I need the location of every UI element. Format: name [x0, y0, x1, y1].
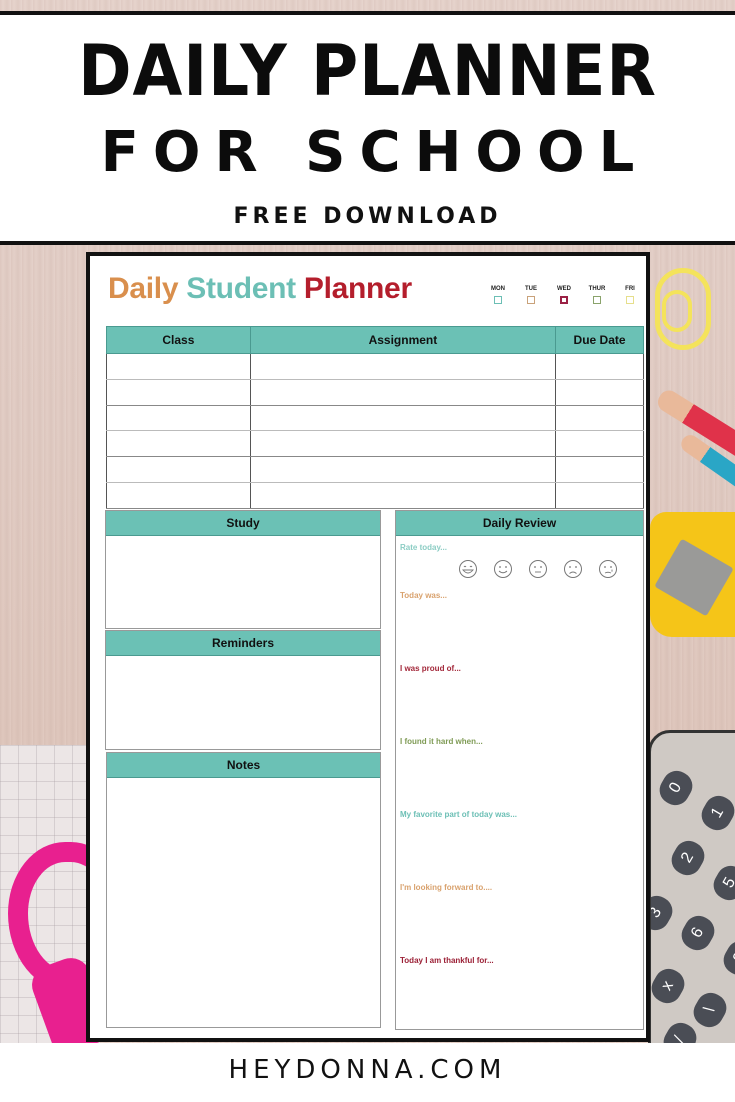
day-fri[interactable]: FRI — [616, 285, 644, 311]
class-cell[interactable] — [106, 456, 251, 483]
day-thur[interactable]: THUR — [583, 285, 611, 311]
column-header-class: Class — [106, 326, 251, 354]
calculator-key: 1 — [696, 790, 735, 836]
reminders-header: Reminders — [106, 631, 380, 656]
neutral-face-icon[interactable] — [528, 559, 548, 579]
class-cell[interactable] — [106, 405, 251, 432]
table-row — [106, 482, 644, 509]
assignment-cell[interactable] — [249, 353, 557, 380]
table-row — [106, 379, 644, 406]
class-cell[interactable] — [106, 430, 251, 458]
assignment-cell[interactable] — [249, 456, 557, 483]
class-cell[interactable] — [106, 353, 251, 380]
review-prompt-found-hard: I found it hard when... — [400, 737, 483, 746]
planner-title-student: Student — [186, 272, 296, 305]
due-date-cell[interactable] — [555, 379, 644, 406]
notes-panel[interactable]: Notes — [106, 752, 381, 1028]
calculator-icon: 0 1 2 5 3 6 9 x \ / — [648, 730, 735, 1050]
day-checkbox[interactable] — [560, 296, 568, 304]
assignment-cell[interactable] — [249, 482, 557, 509]
day-tue[interactable]: TUE — [517, 285, 545, 311]
table-row — [106, 456, 644, 483]
due-date-cell[interactable] — [555, 405, 644, 432]
day-label: FRI — [625, 286, 635, 292]
class-cell[interactable] — [106, 482, 251, 509]
table-row — [106, 353, 644, 380]
day-label: WED — [557, 286, 571, 292]
planner-sheet: Daily Student Planner MON TUE WED THUR F… — [86, 252, 650, 1042]
sad-face-icon[interactable] — [563, 559, 583, 579]
website-link[interactable]: HEYDONNA.COM — [0, 1057, 735, 1083]
due-date-cell[interactable] — [555, 482, 644, 509]
column-header-assignment: Assignment — [249, 326, 557, 354]
crying-face-icon[interactable] — [598, 559, 618, 579]
day-label: THUR — [588, 286, 606, 292]
due-date-cell[interactable] — [555, 430, 644, 458]
study-panel[interactable]: Study — [105, 510, 381, 629]
review-prompt-thankful-for: Today I am thankful for... — [400, 956, 494, 965]
calculator-key: 0 — [654, 765, 698, 811]
laughing-face-icon[interactable] — [458, 559, 478, 579]
calculator-key: 5 — [708, 860, 735, 906]
planner-title-planner: Planner — [303, 272, 412, 305]
daily-review-header: Daily Review — [396, 511, 643, 536]
day-checkbox[interactable] — [626, 296, 634, 304]
assignment-cell[interactable] — [249, 405, 557, 432]
day-checkbox[interactable] — [494, 296, 502, 304]
calculator-key: \ — [688, 987, 732, 1033]
calculator-key: 2 — [666, 835, 710, 881]
calculator-key: 6 — [676, 910, 720, 956]
day-mon[interactable]: MON — [484, 285, 512, 311]
footer-banner: HEYDONNA.COM — [0, 1043, 735, 1102]
review-prompt-favorite-part: My favorite part of today was... — [400, 810, 517, 819]
due-date-cell[interactable] — [555, 353, 644, 380]
day-label: MON — [491, 286, 505, 292]
table-row — [106, 405, 644, 432]
planner-title: Daily Student Planner — [108, 274, 412, 304]
study-header: Study — [106, 511, 380, 536]
rate-today-label: Rate today... — [400, 543, 447, 552]
class-cell[interactable] — [106, 379, 251, 406]
daily-review-panel: Daily Review Rate today... Today was... … — [395, 510, 644, 1030]
table-header-row: Class Assignment Due Date — [106, 326, 644, 354]
reminders-panel[interactable]: Reminders — [105, 630, 381, 750]
day-wed[interactable]: WED — [550, 285, 578, 311]
day-checkbox[interactable] — [593, 296, 601, 304]
paperclip-inner-icon — [662, 290, 692, 332]
headline-subtitle: FOR SCHOOL — [100, 120, 649, 185]
assignment-table: Class Assignment Due Date — [106, 326, 644, 509]
assignment-cell[interactable] — [249, 379, 557, 406]
notes-header: Notes — [107, 753, 380, 778]
review-prompt-today-was: Today was... — [400, 591, 447, 600]
table-row — [106, 430, 644, 458]
free-download-label: FREE DOWNLOAD — [233, 204, 502, 229]
review-prompt-proud-of: I was proud of... — [400, 664, 461, 673]
weekday-checklist: MON TUE WED THUR FRI — [484, 285, 644, 311]
day-checkbox[interactable] — [527, 296, 535, 304]
calculator-key: 9 — [718, 935, 735, 981]
column-header-due-date: Due Date — [555, 326, 644, 354]
due-date-cell[interactable] — [555, 456, 644, 483]
rating-faces — [458, 559, 618, 581]
assignment-cell[interactable] — [249, 430, 557, 458]
smiling-face-icon[interactable] — [493, 559, 513, 579]
calculator-key: x — [651, 963, 690, 1009]
day-label: TUE — [525, 286, 537, 292]
calculator-key: 3 — [651, 890, 678, 936]
review-prompt-looking-forward: I'm looking forward to.... — [400, 883, 493, 892]
header-banner: DAILY PLANNER FOR SCHOOL FREE DOWNLOAD — [0, 11, 735, 245]
planner-title-daily: Daily — [108, 272, 179, 305]
headline-title: DAILY PLANNER — [78, 30, 657, 112]
